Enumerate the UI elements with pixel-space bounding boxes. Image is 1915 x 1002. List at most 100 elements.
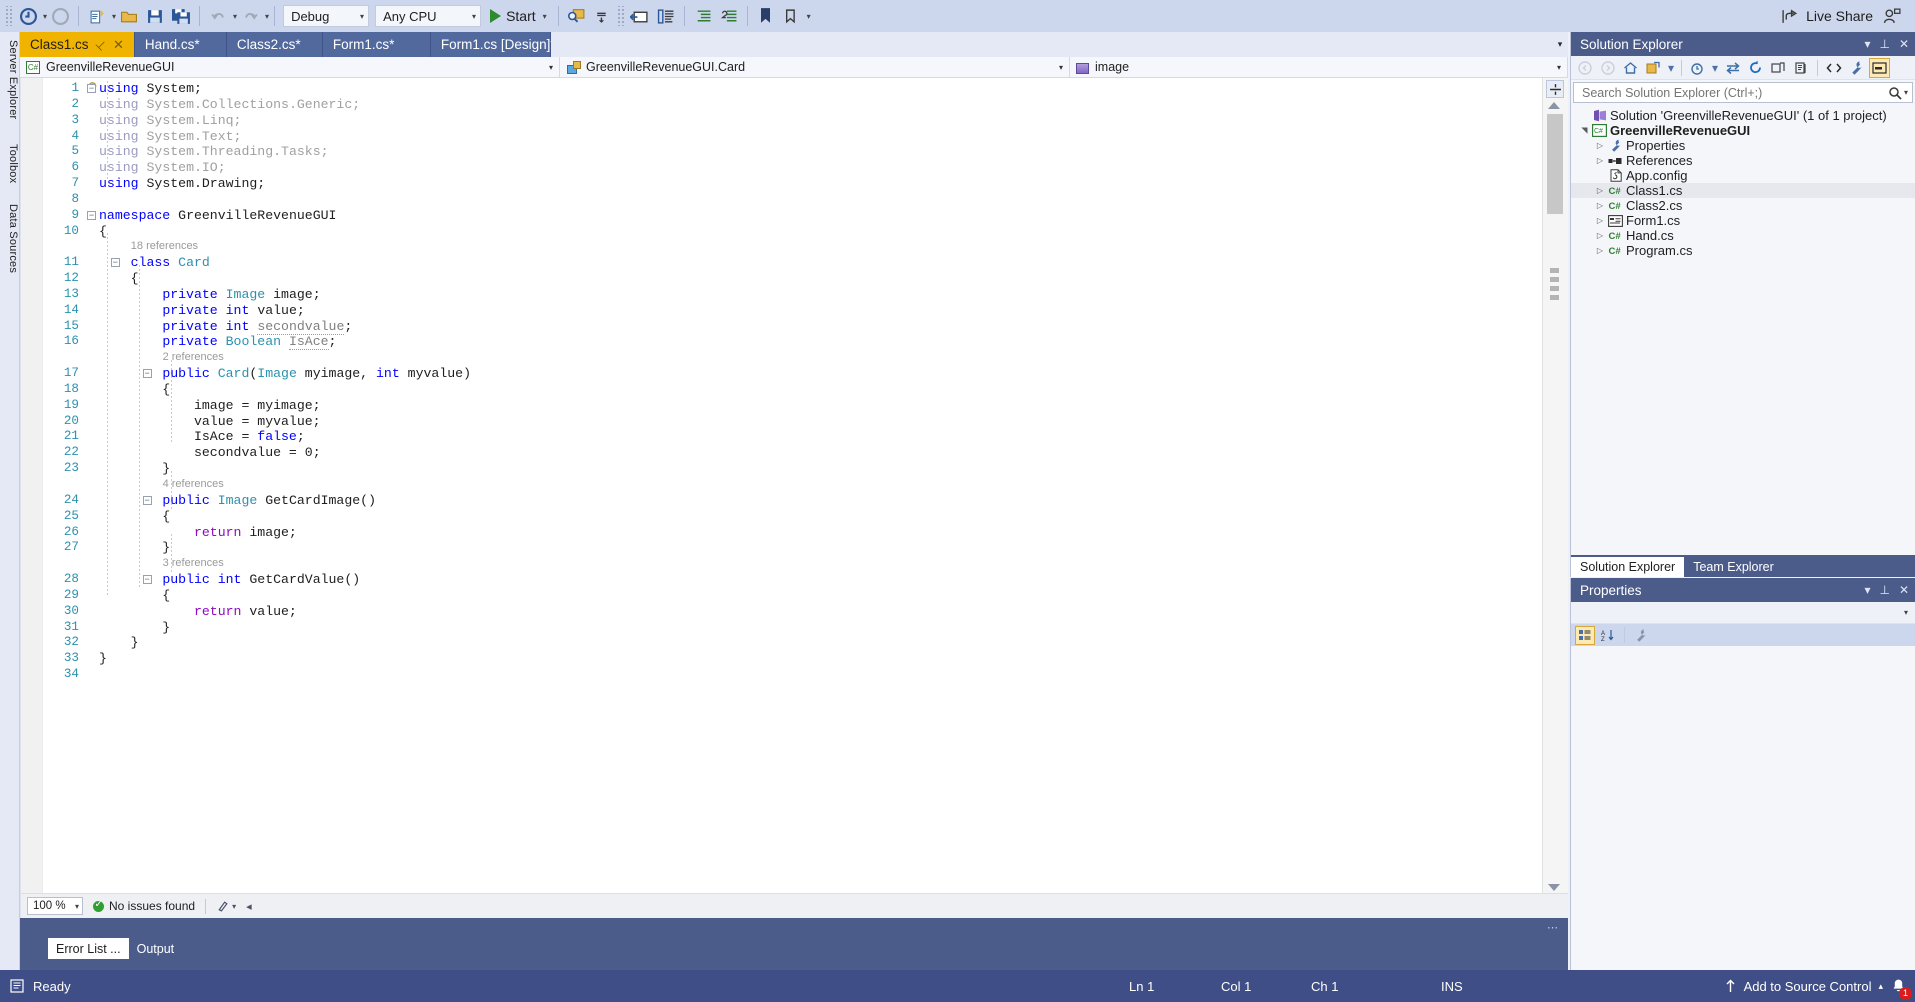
chevron-right-icon[interactable]: ▷ bbox=[1593, 186, 1607, 195]
code-line[interactable]: 27 } bbox=[43, 540, 1542, 556]
preview-selected-items-icon[interactable] bbox=[1869, 57, 1890, 78]
navigate-back-icon[interactable] bbox=[15, 3, 41, 29]
home-icon[interactable] bbox=[1620, 58, 1641, 78]
sidebar-item-server-explorer[interactable]: Server Explorer bbox=[1, 36, 19, 123]
tab-hand-cs[interactable]: Hand.cs* bbox=[134, 32, 227, 57]
code-line[interactable]: 20 value = myvalue; bbox=[43, 414, 1542, 430]
live-share-button[interactable]: Live Share bbox=[1781, 8, 1873, 25]
properties-grid[interactable] bbox=[1571, 646, 1915, 971]
project-dropdown[interactable]: C# GreenvilleRevenueGUI ▾ bbox=[20, 57, 560, 77]
code-line[interactable]: 16 private Boolean IsAce; bbox=[43, 334, 1542, 351]
code-line[interactable]: 1− using System; bbox=[43, 81, 1542, 97]
pending-changes-icon[interactable] bbox=[1687, 58, 1708, 78]
find-in-files-icon[interactable] bbox=[564, 3, 590, 29]
tree-item-form1-cs[interactable]: ▷ Form1.cs bbox=[1571, 213, 1915, 228]
codelens-reference-count[interactable]: 18 references bbox=[131, 239, 198, 255]
scroll-up-arrow-icon[interactable] bbox=[1548, 102, 1560, 109]
chevron-up-icon[interactable]: ▴ bbox=[1878, 981, 1883, 992]
code-line[interactable]: 19 image = myimage; bbox=[43, 398, 1542, 414]
type-dropdown[interactable]: GreenvilleRevenueGUI.Card ▾ bbox=[560, 57, 1070, 77]
pending-changes-caret-icon[interactable]: ▾ bbox=[1710, 58, 1720, 78]
undo-icon[interactable] bbox=[205, 3, 231, 29]
back-icon[interactable] bbox=[1574, 58, 1595, 78]
codelens-reference-count[interactable]: 3 references bbox=[163, 556, 224, 572]
close-icon[interactable]: ✕ bbox=[1899, 583, 1909, 597]
redo-caret-icon[interactable]: ▾ bbox=[265, 12, 269, 21]
tree-item-greenvillerevenuegui[interactable]: ◢ C# GreenvilleRevenueGUI bbox=[1571, 123, 1915, 138]
chevron-right-icon[interactable]: ▷ bbox=[1593, 141, 1607, 150]
chevron-right-icon[interactable]: ▷ bbox=[1593, 246, 1607, 255]
code-line[interactable]: 23 } bbox=[43, 461, 1542, 477]
code-line[interactable]: 5 using System.Threading.Tasks; bbox=[43, 144, 1542, 160]
close-icon[interactable]: ✕ bbox=[1899, 37, 1909, 51]
pin-icon[interactable]: ⊥ bbox=[92, 36, 109, 53]
member-dropdown[interactable]: image ▾ bbox=[1070, 57, 1568, 77]
tree-item-properties[interactable]: ▷ Properties bbox=[1571, 138, 1915, 153]
property-pages-icon[interactable] bbox=[1631, 626, 1651, 645]
codelens-reference-count[interactable]: 2 references bbox=[163, 350, 224, 366]
scroll-down-arrow-icon[interactable] bbox=[1548, 884, 1560, 891]
tree-item-class1-cs[interactable]: ▷ C# Class1.cs bbox=[1571, 183, 1915, 198]
step-into-icon[interactable] bbox=[590, 3, 616, 29]
code-line[interactable]: 30 return value; bbox=[43, 604, 1542, 620]
scroll-left-icon[interactable]: ◂ bbox=[246, 900, 252, 913]
fold-toggle-icon[interactable]: − bbox=[87, 84, 96, 93]
search-input[interactable] bbox=[1580, 84, 1888, 101]
code-line[interactable]: 11− class Card bbox=[43, 255, 1542, 271]
code-line[interactable]: 32 } bbox=[43, 635, 1542, 651]
panel-menu-chevron-icon[interactable]: ▾ bbox=[1864, 37, 1870, 51]
chevron-right-icon[interactable]: ▷ bbox=[1593, 216, 1607, 225]
search-icon[interactable] bbox=[1888, 86, 1902, 100]
fold-toggle-icon[interactable]: − bbox=[87, 210, 96, 220]
tree-item-app-config[interactable]: App.config bbox=[1571, 168, 1915, 183]
comment-selection-icon[interactable] bbox=[653, 3, 679, 29]
solution-platform-dropdown[interactable]: Any CPU ▾ bbox=[375, 5, 482, 27]
switch-views-icon[interactable] bbox=[1643, 58, 1664, 78]
new-item-icon[interactable] bbox=[84, 3, 110, 29]
split-view-icon[interactable] bbox=[1546, 80, 1564, 98]
dock-overflow-icon[interactable]: ⋯ bbox=[1547, 921, 1558, 934]
tree-item-solution-greenvillerevenuegui-1-of-1-project[interactable]: Solution 'GreenvilleRevenueGUI' (1 of 1 … bbox=[1571, 108, 1915, 123]
issues-status[interactable]: No issues found bbox=[93, 899, 195, 913]
pin-icon[interactable]: ⊥ bbox=[1879, 37, 1889, 51]
code-line[interactable]: 24− public Image GetCardImage() bbox=[43, 493, 1542, 509]
save-all-icon[interactable] bbox=[168, 3, 194, 29]
refresh-icon[interactable] bbox=[1745, 58, 1766, 78]
code-line[interactable]: 7 using System.Drawing; bbox=[43, 176, 1542, 192]
switch-views-caret-icon[interactable]: ▾ bbox=[1666, 58, 1676, 78]
sidebar-item-data-sources[interactable]: Data Sources bbox=[1, 200, 19, 277]
code-line[interactable]: 34 bbox=[43, 667, 1542, 683]
zoom-level-dropdown[interactable]: 100 % ▾ bbox=[27, 897, 83, 915]
navigate-forward-icon[interactable] bbox=[47, 3, 73, 29]
notifications-bell-icon[interactable]: 1 bbox=[1890, 978, 1912, 1000]
chevron-right-icon[interactable]: ▷ bbox=[1593, 156, 1607, 165]
code-line[interactable]: 3 using System.Linq; bbox=[43, 113, 1542, 129]
code-line[interactable]: 15 private int secondvalue; bbox=[43, 318, 1542, 335]
toolbar-grip[interactable] bbox=[4, 6, 13, 26]
search-options-chevron-icon[interactable]: ▾ bbox=[1904, 88, 1908, 97]
solution-configuration-dropdown[interactable]: Debug ▾ bbox=[283, 5, 370, 27]
panel-menu-chevron-icon[interactable]: ▾ bbox=[1864, 583, 1870, 597]
toolbar-grip[interactable] bbox=[615, 6, 625, 26]
show-all-files-icon[interactable] bbox=[1791, 58, 1812, 78]
tab-form1-cs[interactable]: Form1.cs* bbox=[322, 32, 431, 57]
tree-item-program-cs[interactable]: ▷ C# Program.cs bbox=[1571, 243, 1915, 258]
code-line[interactable]: 29 { bbox=[43, 588, 1542, 604]
tab-output[interactable]: Output bbox=[129, 938, 183, 959]
tab-team-explorer[interactable]: Team Explorer bbox=[1684, 557, 1783, 577]
scrollbar-thumb[interactable] bbox=[1547, 114, 1563, 214]
forward-icon[interactable] bbox=[1597, 58, 1618, 78]
code-line[interactable]: 17− public Card(Image myimage, int myval… bbox=[43, 366, 1542, 382]
tree-item-references[interactable]: ▷ References bbox=[1571, 153, 1915, 168]
code-line[interactable]: 4 using System.Text; bbox=[43, 129, 1542, 145]
code-line[interactable]: 31 } bbox=[43, 620, 1542, 636]
collapse-all-icon[interactable] bbox=[1768, 58, 1789, 78]
search-solution-explorer-field[interactable]: ▾ bbox=[1573, 82, 1913, 103]
code-line[interactable]: 33} bbox=[43, 651, 1542, 667]
tab-class1-cs[interactable]: Class1.cs ⊥ ✕ bbox=[20, 32, 135, 57]
code-editor[interactable]: 1− using System; 2 using System.Collections… bbox=[20, 78, 1568, 918]
bookmark-icon[interactable] bbox=[753, 3, 779, 29]
view-code-icon[interactable] bbox=[1823, 58, 1844, 78]
solution-tree[interactable]: Solution 'GreenvilleRevenueGUI' (1 of 1 … bbox=[1571, 105, 1915, 258]
code-cleanup-icon[interactable]: ▾ bbox=[216, 900, 236, 913]
